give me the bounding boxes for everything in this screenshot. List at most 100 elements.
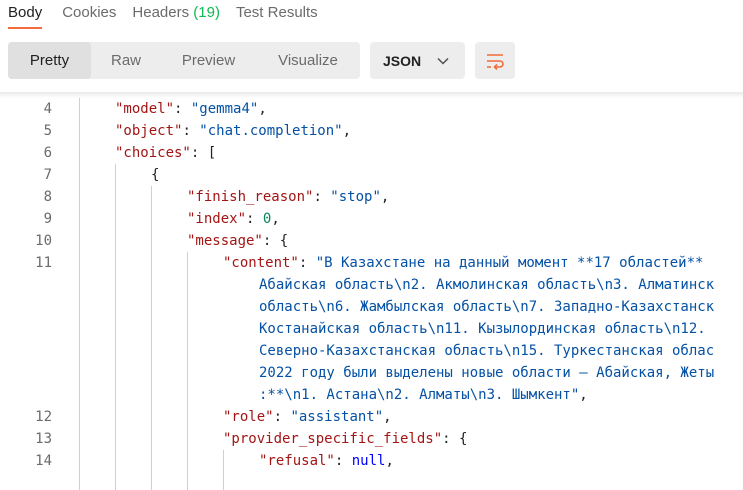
token: , [380, 189, 390, 205]
code-line: 10 "message": { [0, 230, 743, 252]
line-number: 14 [35, 453, 52, 469]
view-mode-raw[interactable]: Raw [91, 42, 161, 79]
code-line: 9 "index": 0, [0, 208, 743, 230]
format-dropdown-value: JSON [383, 52, 422, 69]
format-dropdown[interactable]: JSON [370, 42, 465, 79]
token: : [273, 409, 291, 425]
code-line: 14 "refusal": null, [0, 450, 743, 472]
response-tabs: Body Cookies Headers (19) Test Results [0, 0, 334, 29]
token: : { [262, 233, 289, 249]
code-line: 7{ [0, 164, 743, 186]
token: : [313, 189, 331, 205]
token: 2022 году были выделены новые области — … [259, 365, 715, 381]
code-text: "index": 0, [187, 208, 280, 230]
code-line: 8 "finish_reason": "stop", [0, 186, 743, 208]
token: : { [442, 431, 468, 447]
line-number: 13 [35, 431, 52, 447]
token: "choices" [115, 145, 191, 161]
token: область\n6. Жамбылская область\n7. Запад… [259, 299, 715, 315]
response-body-editor[interactable]: 4 "model": "gemma4", 5 "object": "chat.comp… [0, 98, 743, 490]
line-number: 4 [43, 101, 52, 117]
code-line: Абайская область\n2. Акмолинская область… [0, 274, 743, 296]
token: "finish_reason" [187, 189, 314, 205]
line-number: 6 [43, 145, 52, 161]
code-line: :**\n1. Астана\n2. Алматы\n3. Шымкент", [0, 384, 743, 406]
token: : [298, 255, 316, 271]
chevron-down-icon [437, 57, 449, 65]
code-text: Абайская область\n2. Акмолинская область… [259, 274, 714, 296]
token: "assistant" [290, 409, 384, 425]
line-number: 9 [43, 211, 52, 227]
token: , [258, 101, 267, 117]
code-line: 6 "choices": [ [0, 142, 743, 164]
token: :**\n1. Астана\n2. Алматы\n3. Шымкент" [259, 387, 580, 403]
code-text: "content": "В Казахстане на данный момен… [223, 252, 703, 274]
token: , [271, 211, 280, 227]
code-text: "provider_specific_fields": { [223, 428, 467, 450]
code-text: "message": { [187, 230, 288, 252]
code-text: область\n6. Жамбылская область\n7. Запад… [259, 296, 714, 318]
token: Абайская область\n2. Акмолинская область… [259, 277, 715, 293]
line-number: 7 [43, 167, 52, 183]
code-text: "role": "assistant", [223, 406, 392, 428]
code-text: Костанайская область\n11. Кызылординская… [259, 318, 706, 340]
code-text: "refusal": null, [259, 450, 394, 472]
code-line: 2022 году были выделены новые области — … [0, 362, 743, 384]
code-line: 12 "role": "assistant", [0, 406, 743, 428]
token: "object" [115, 123, 183, 139]
token: : [182, 123, 200, 139]
token: "refusal" [259, 453, 335, 469]
tab-test-results[interactable]: Test Results [236, 0, 318, 21]
token: "role" [223, 409, 274, 425]
code-text: "model": "gemma4", [115, 98, 267, 120]
code-line: 5 "object": "chat.completion", [0, 120, 743, 142]
token: null [351, 453, 386, 469]
view-mode-visualize[interactable]: Visualize [256, 42, 360, 79]
token: : [ [190, 145, 217, 161]
wrap-lines-icon [487, 53, 504, 70]
code-text: 2022 году были выделены новые области — … [259, 362, 714, 384]
line-number: 11 [35, 255, 52, 271]
tab-headers-label: Headers [132, 4, 190, 21]
token: : [246, 211, 263, 227]
token: , [342, 123, 352, 139]
code-line: Северно-Казахстанская область\n15. Турке… [0, 340, 743, 362]
tab-test-results-label: Test Results [235, 4, 318, 21]
code-line: Костанайская область\n11. Кызылординская… [0, 318, 743, 340]
token: , [385, 453, 394, 469]
tab-cookies[interactable]: Cookies [62, 0, 116, 21]
tab-body[interactable]: Body [8, 0, 43, 29]
code-line: 4 "model": "gemma4", [0, 98, 743, 120]
token: "chat.completion" [199, 123, 343, 139]
view-mode-pretty[interactable]: Pretty [8, 42, 91, 79]
tab-headers[interactable]: Headers (19) [132, 0, 220, 21]
line-number: 8 [43, 189, 52, 205]
code-text: Северно-Казахстанская область\n15. Турке… [259, 340, 714, 362]
line-number: 5 [43, 123, 52, 139]
token: "message" [187, 233, 263, 249]
wrap-lines-button[interactable] [475, 42, 515, 79]
token: , [579, 387, 588, 403]
line-number: 10 [35, 233, 52, 249]
token: : [334, 453, 352, 469]
code-text: :**\n1. Астана\n2. Алматы\n3. Шымкент", [259, 384, 588, 406]
token: , [383, 409, 392, 425]
tab-body-label: Body [8, 4, 43, 21]
code-text: "choices": [ [115, 142, 216, 164]
token: "В Казахстане на данный момент **17 обла… [315, 255, 704, 271]
view-mode-preview[interactable]: Preview [161, 42, 256, 79]
token: : [174, 101, 191, 117]
code-text: "object": "chat.completion", [115, 120, 351, 142]
code-text: { [151, 164, 159, 186]
token: "content" [223, 255, 299, 271]
token: "model" [115, 101, 175, 117]
token: "stop" [330, 189, 381, 205]
line-number: 12 [35, 409, 52, 425]
token: Северно-Казахстанская область\n15. Турке… [259, 343, 715, 359]
code-line: область\n6. Жамбылская область\n7. Запад… [0, 296, 743, 318]
headers-count-badge: (19) [193, 4, 220, 21]
token: "provider_specific_fields" [223, 431, 443, 447]
tab-cookies-label: Cookies [62, 4, 117, 21]
token: "gemma4" [190, 101, 259, 117]
code-line: 13 "provider_specific_fields": { [0, 428, 743, 450]
